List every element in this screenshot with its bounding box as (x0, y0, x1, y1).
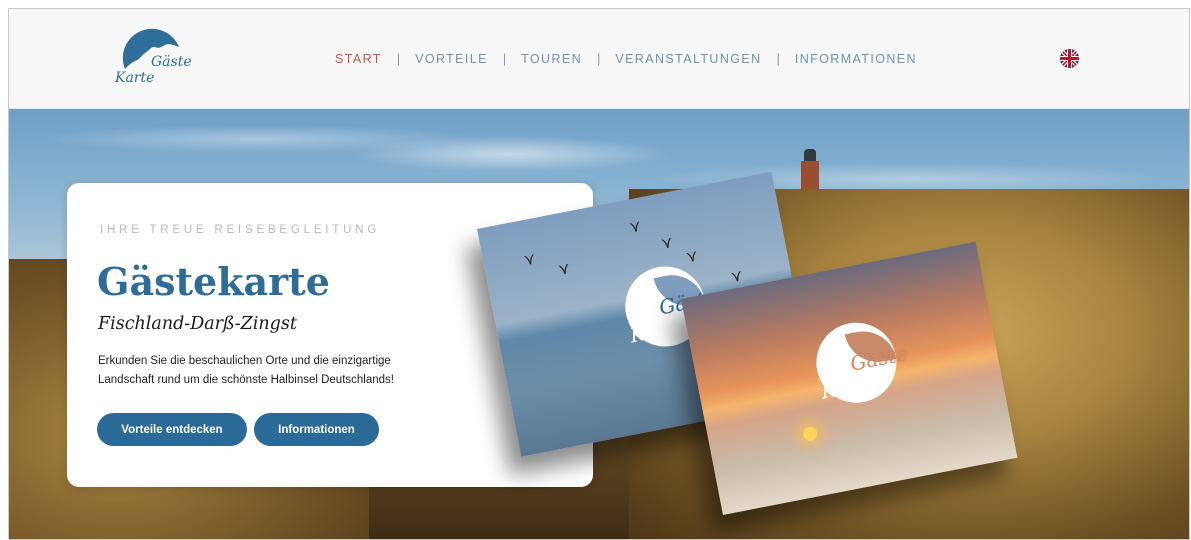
nav-item-informationen[interactable]: INFORMATIONEN (795, 52, 917, 66)
nav-separator: | (502, 52, 507, 66)
crane-icon: ⋎ (729, 267, 745, 287)
informationen-button[interactable]: Informationen (254, 413, 379, 446)
crane-icon: ⋎ (659, 234, 675, 253)
nav-item-vorteile[interactable]: VORTEILE (415, 52, 488, 66)
nav-item-touren[interactable]: TOUREN (521, 52, 582, 66)
crane-icon: ⋎ (628, 217, 643, 237)
uk-flag-icon[interactable] (1060, 49, 1079, 68)
promo-logo-karte: Karte (627, 313, 688, 348)
gaestekarte-logo[interactable]: Gäste Karte (113, 25, 195, 91)
hero-title: Gästekarte (97, 259, 330, 304)
nav-item-start[interactable]: START (335, 52, 382, 66)
site-header: Gäste Karte START | VORTEILE | TOUREN | … (9, 9, 1189, 109)
promo-logo-icon: Gäste Karte (809, 315, 910, 410)
vorteile-entdecken-button[interactable]: Vorteile entdecken (97, 413, 247, 446)
nav-separator: | (776, 52, 780, 66)
hero-description: Erkunden Sie die beschaulichen Orte und … (98, 355, 394, 386)
logo-text-gaeste: Gäste (151, 54, 192, 70)
crane-icon: ⋎ (556, 260, 572, 280)
nav-item-veranstaltungen[interactable]: VERANSTALTUNGEN (615, 52, 761, 66)
hero-section: IHRE TREUE REISEBEGLEITUNG Gästekarte Fi… (9, 109, 1189, 539)
hero-subtitle: Fischland-Darß-Zingst (98, 314, 297, 334)
nav-separator: | (396, 52, 401, 66)
promo-logo-karte: Karte (819, 369, 879, 404)
hero-tagline: IHRE TREUE REISEBEGLEITUNG (100, 224, 381, 236)
browser-frame: Gäste Karte START | VORTEILE | TOUREN | … (8, 8, 1190, 540)
crane-icon: ⋎ (684, 247, 700, 267)
nav-separator: | (597, 52, 601, 66)
logo-text-karte: Karte (115, 70, 155, 86)
main-navigation: START | VORTEILE | TOUREN | VERANSTALTUN… (335, 52, 917, 66)
crane-icon: ⋎ (522, 250, 538, 270)
sun-icon (801, 425, 819, 443)
